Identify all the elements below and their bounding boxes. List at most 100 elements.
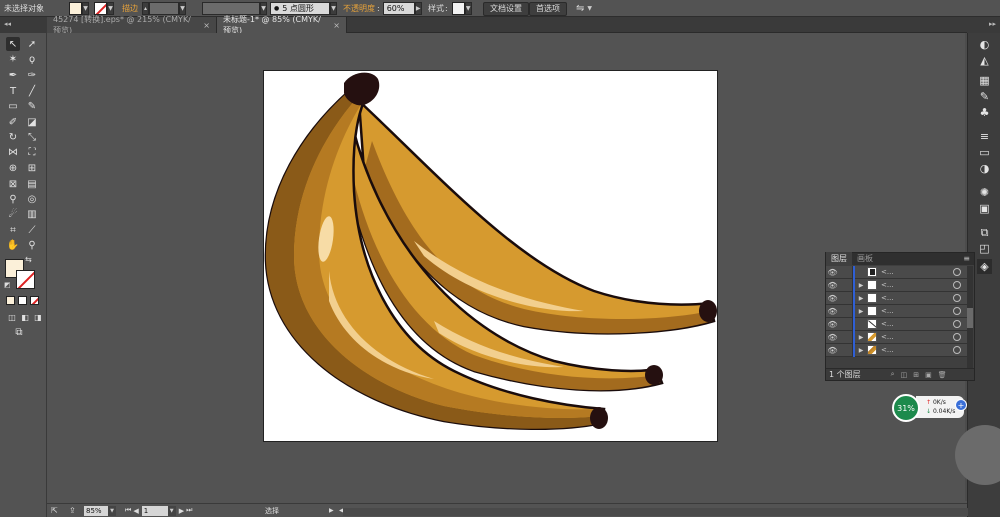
artboard-number-field[interactable]: 1 xyxy=(141,505,168,516)
perspective-grid-tool-icon[interactable]: ⊞ xyxy=(25,161,39,175)
brush-dropdown-icon[interactable]: ▼ xyxy=(330,2,337,15)
zoom-dropdown-icon[interactable]: ▼ xyxy=(108,505,116,516)
accelerate-icon[interactable]: + xyxy=(955,399,967,411)
new-sublayer-icon[interactable]: ⊞ xyxy=(913,371,919,379)
transparency-panel-icon[interactable]: ◑ xyxy=(977,161,992,176)
layer-name[interactable]: <... xyxy=(881,346,921,354)
layer-name[interactable]: <... xyxy=(881,281,921,289)
status-export-icon[interactable]: ⇪ xyxy=(69,505,76,516)
color-mode-icon[interactable] xyxy=(6,296,15,305)
layers-panel-icon[interactable]: ◈ xyxy=(977,259,992,274)
rotate-tool-icon[interactable]: ↻ xyxy=(6,130,20,144)
visibility-eye-icon[interactable]: 👁 xyxy=(826,268,839,277)
stroke-panel-icon[interactable]: ≡ xyxy=(977,129,992,144)
hand-tool-icon[interactable]: ✋ xyxy=(6,238,20,252)
swatches-panel-icon[interactable]: ▦ xyxy=(977,73,992,88)
lock-toggle[interactable] xyxy=(839,317,853,331)
default-colors-icon[interactable]: ◩ xyxy=(4,281,11,289)
layer-row[interactable]: 👁 <... xyxy=(826,265,967,279)
layer-row[interactable]: 👁 ▶ <... xyxy=(826,304,967,318)
layers-scrollbar[interactable] xyxy=(967,266,973,369)
tab-document-1[interactable]: 45274 [转换].eps* @ 215% (CMYK/预览) × xyxy=(47,15,217,35)
column-graph-tool-icon[interactable]: ▥ xyxy=(25,207,39,221)
zoom-tool-icon[interactable]: ⚲ xyxy=(25,238,39,252)
target-circle-icon[interactable] xyxy=(953,281,961,289)
magic-wand-tool-icon[interactable]: ✶ xyxy=(6,52,20,66)
lock-toggle[interactable] xyxy=(839,278,853,292)
first-artboard-icon[interactable]: ⏮ xyxy=(125,506,131,515)
width-tool-icon[interactable]: ⋈ xyxy=(6,145,20,159)
pencil-tool-icon[interactable]: ✐ xyxy=(6,115,20,129)
arrange-dropdown-icon[interactable]: ▼ xyxy=(587,5,592,12)
prefs-button-wrap[interactable]: 首选项 xyxy=(529,1,567,16)
layer-name[interactable]: <... xyxy=(881,333,921,341)
document-setup-button[interactable]: 文档设置 xyxy=(483,1,529,16)
arrange-documents-icon[interactable]: ⇋ xyxy=(576,3,584,14)
symbol-sprayer-tool-icon[interactable]: ☄ xyxy=(6,207,20,221)
expand-arrow-icon[interactable]: ▶ xyxy=(855,282,867,289)
brushes-panel-icon[interactable]: ✎ xyxy=(977,89,992,104)
panel-menu-icon[interactable]: ≡ xyxy=(959,254,974,265)
tab-document-2[interactable]: 未标题-1* @ 85% (CMYK/预览) × xyxy=(217,15,347,35)
opacity-dropdown-icon[interactable]: ▶ xyxy=(414,2,422,15)
pen-tool-icon[interactable]: ✒ xyxy=(6,68,20,82)
new-layer-icon[interactable]: ▣ xyxy=(925,371,932,379)
lasso-tool-icon[interactable]: ϙ xyxy=(25,52,39,66)
layer-name[interactable]: <... xyxy=(881,307,921,315)
tab-artboards[interactable]: 画板 xyxy=(852,252,878,265)
draw-mode-icon[interactable]: ◫ xyxy=(5,310,19,324)
artboard[interactable] xyxy=(263,70,718,442)
expand-arrow-icon[interactable]: ▶ xyxy=(855,347,867,354)
eraser-tool-icon[interactable]: ◪ xyxy=(25,115,39,129)
visibility-eye-icon[interactable]: 👁 xyxy=(826,281,839,290)
artboards-panel-icon[interactable]: ◰ xyxy=(977,241,992,256)
gradient-panel-icon[interactable]: ▭ xyxy=(977,145,992,160)
arrange-control[interactable]: ⇋ ▼ xyxy=(576,2,592,15)
target-circle-icon[interactable] xyxy=(953,320,961,328)
lock-toggle[interactable] xyxy=(839,304,853,318)
slice-tool-icon[interactable]: ⟋ xyxy=(25,223,39,237)
expand-arrow-icon[interactable]: ▶ xyxy=(855,295,867,302)
target-circle-icon[interactable] xyxy=(953,333,961,341)
symbols-panel-icon[interactable]: ♣ xyxy=(977,105,992,120)
expand-arrow-icon[interactable]: ▶ xyxy=(855,334,867,341)
gradient-mode-icon[interactable] xyxy=(18,296,27,305)
target-circle-icon[interactable] xyxy=(953,294,961,302)
target-circle-icon[interactable] xyxy=(953,307,961,315)
artboard-tool-icon[interactable]: ⌗ xyxy=(6,223,20,237)
status-menu-icon[interactable]: ▶ xyxy=(329,505,334,516)
visibility-eye-icon[interactable]: 👁 xyxy=(826,346,839,355)
tab-layers[interactable]: 图层 xyxy=(826,252,852,265)
mesh-tool-icon[interactable]: ⊠ xyxy=(6,177,20,191)
prev-artboard-icon[interactable]: ◀ xyxy=(133,507,138,515)
expand-arrow-icon[interactable]: ▶ xyxy=(855,308,867,315)
target-circle-icon[interactable] xyxy=(953,268,961,276)
visibility-eye-icon[interactable]: 👁 xyxy=(826,320,839,329)
shape-builder-tool-icon[interactable]: ⊕ xyxy=(6,161,20,175)
blend-tool-icon[interactable]: ◎ xyxy=(25,192,39,206)
opacity-field[interactable]: 60% xyxy=(382,2,415,15)
layer-name[interactable]: <... xyxy=(881,294,921,302)
style-control[interactable]: 样式 : ▼ xyxy=(428,2,472,15)
none-mode-icon[interactable] xyxy=(30,296,39,305)
visibility-eye-icon[interactable]: 👁 xyxy=(826,307,839,316)
style-swatch[interactable] xyxy=(451,2,465,15)
delete-layer-icon[interactable]: 🗑 xyxy=(938,371,947,379)
close-icon[interactable]: × xyxy=(333,21,340,30)
layer-row[interactable]: 👁 ▶ <... xyxy=(826,291,967,305)
artboard-nav[interactable]: ⏮ ◀ 1 ▼ ▶ ⏭ xyxy=(125,505,192,516)
color-panel-icon[interactable]: ◐ xyxy=(977,37,992,52)
locate-object-icon[interactable]: ⌕ xyxy=(891,370,895,379)
visibility-eye-icon[interactable]: 👁 xyxy=(826,333,839,342)
dock-collapse[interactable]: ▸▸ xyxy=(967,17,1000,33)
gradient-tool-icon[interactable]: ▤ xyxy=(25,177,39,191)
curvature-tool-icon[interactable]: ✑ xyxy=(25,68,39,82)
status-share-icon[interactable]: ⇱ xyxy=(51,505,58,516)
next-artboard-icon[interactable]: ▶ xyxy=(179,507,184,515)
layer-name[interactable]: <... xyxy=(881,268,921,276)
style-dropdown-icon[interactable]: ▼ xyxy=(464,2,472,15)
line-tool-icon[interactable]: ╱ xyxy=(25,84,39,98)
artboard-dropdown-icon[interactable]: ▼ xyxy=(167,505,176,516)
opacity-label[interactable]: 不透明度 xyxy=(343,3,375,14)
target-circle-icon[interactable] xyxy=(953,346,961,354)
